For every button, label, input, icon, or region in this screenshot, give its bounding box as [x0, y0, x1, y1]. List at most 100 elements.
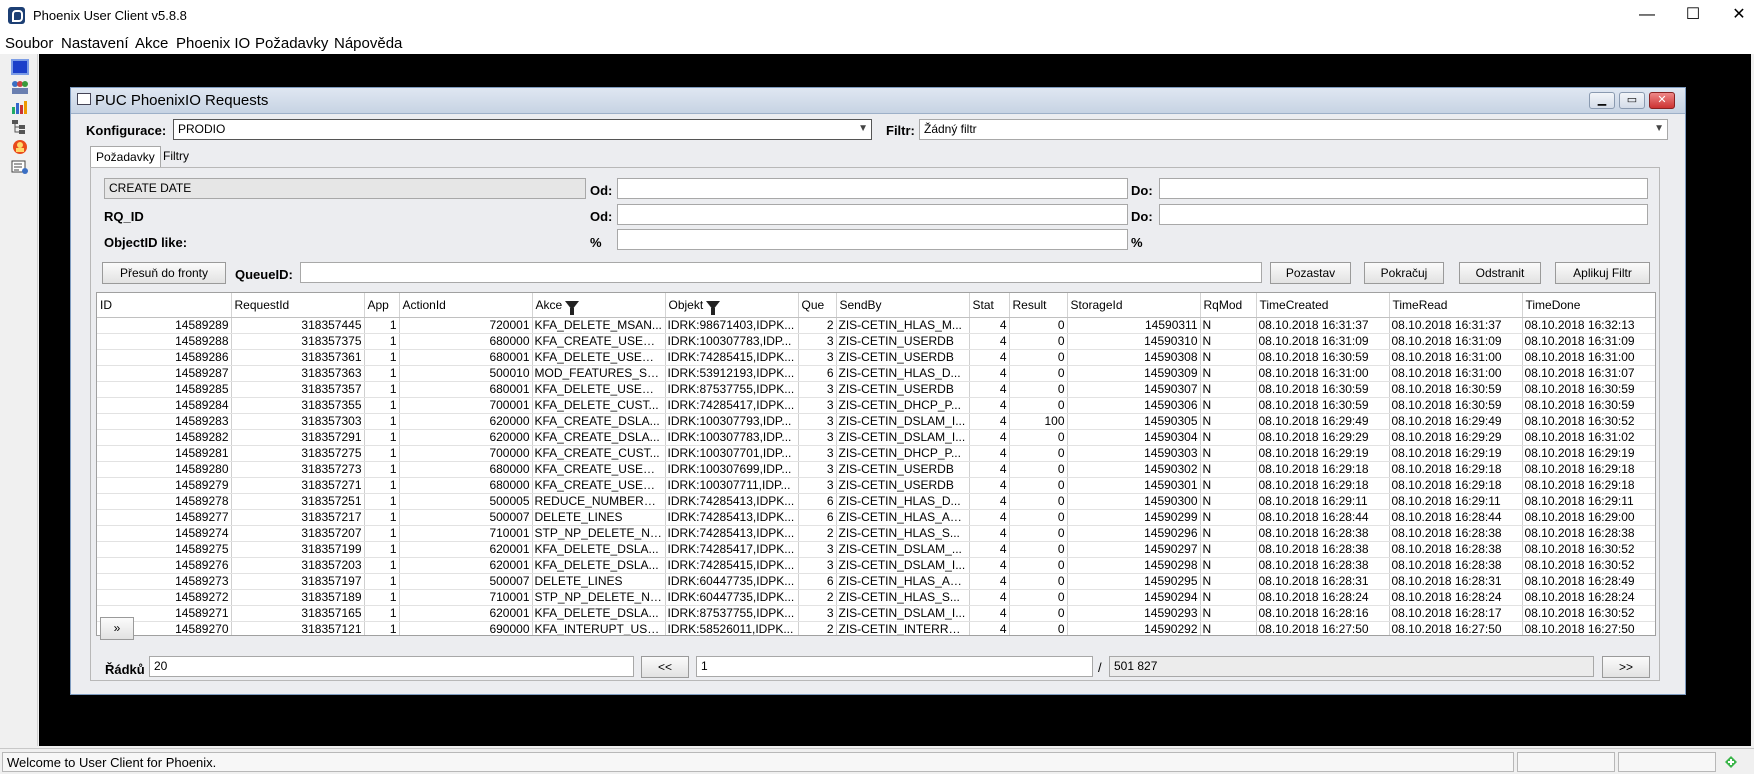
- cell-timecreated: 08.10.2018 16:29:18: [1256, 461, 1390, 478]
- frame-restore-button[interactable]: ▭: [1619, 92, 1645, 109]
- remove-button[interactable]: Odstranit: [1459, 262, 1541, 284]
- chart-icon[interactable]: [11, 99, 29, 115]
- cell-sendby: ZIS-CETIN_DSLAM_...: [836, 541, 970, 558]
- chevron-down-icon: ▼: [1654, 123, 1664, 134]
- cell-stat: 4: [969, 621, 1010, 635]
- table-row[interactable]: 14589279 318357271 1 680000 KFA_CREATE_USERD…: [97, 477, 1655, 494]
- cell-storageid: 14590304: [1067, 429, 1201, 446]
- filter-funnel-icon[interactable]: [706, 301, 721, 316]
- table-row[interactable]: 14589287 318357363 1 500010 MOD_FEATURES_SU.…: [97, 365, 1655, 382]
- objectid-input[interactable]: [617, 229, 1128, 250]
- apply-filter-button[interactable]: Aplikuj Filtr: [1555, 262, 1650, 284]
- alert-person-icon[interactable]: [11, 139, 29, 155]
- cell-stat: 4: [969, 525, 1010, 542]
- cell-timedone: 08.10.2018 16:30:52: [1522, 605, 1655, 622]
- column-header-que[interactable]: Que: [798, 293, 837, 318]
- cell-stat: 4: [969, 429, 1010, 446]
- column-header-stat[interactable]: Stat: [969, 293, 1010, 318]
- menu-phoenix-io[interactable]: Phoenix IO: [176, 35, 250, 52]
- cell-id: 14589286: [97, 349, 232, 366]
- minimize-button[interactable]: —: [1624, 0, 1670, 32]
- cell-requestid: 318357445: [231, 317, 365, 334]
- table-row[interactable]: 14589280 318357273 1 680000 KFA_CREATE_USERD…: [97, 461, 1655, 478]
- column-header-akce[interactable]: Akce: [532, 293, 666, 318]
- table-row[interactable]: 14589272 318357189 1 710001 STP_NP_DELETE_NU…: [97, 589, 1655, 606]
- cell-app: 1: [364, 445, 400, 462]
- table-row[interactable]: 14589271 318357165 1 620001 KFA_DELETE_DSLA.…: [97, 605, 1655, 622]
- expand-columns-button[interactable]: »: [100, 617, 134, 640]
- move-to-queue-button[interactable]: Přesuň do fronty: [102, 262, 226, 284]
- table-row[interactable]: 14589284 318357355 1 700001 KFA_DELETE_CUST.…: [97, 397, 1655, 414]
- table-row[interactable]: 14589276 318357203 1 620001 KFA_DELETE_DSLA.…: [97, 557, 1655, 574]
- page-input[interactable]: 1: [696, 656, 1093, 677]
- table-row[interactable]: 14589282 318357291 1 620000 KFA_CREATE_DSLA.…: [97, 429, 1655, 446]
- to-label: Do:: [1131, 209, 1153, 224]
- cell-que: 6: [798, 509, 837, 526]
- table-row[interactable]: 14589273 318357197 1 500007 DELETE_LINES IDRK…: [97, 573, 1655, 590]
- table-row[interactable]: 14589274 318357207 1 710001 STP_NP_DELETE_NU…: [97, 525, 1655, 542]
- cell-objekt: IDRK:100307783,IDP...: [665, 333, 799, 350]
- table-body: 14589289 318357445 1 720001 KFA_DELETE_MSAN.…: [97, 317, 1655, 635]
- table-row[interactable]: 14589286 318357361 1 680001 KFA_DELETE_USERD…: [97, 349, 1655, 366]
- queue-id-input[interactable]: [300, 262, 1262, 283]
- next-page-button[interactable]: >>: [1602, 656, 1650, 678]
- table-row[interactable]: 14589288 318357375 1 680000 KFA_CREATE_USERD…: [97, 333, 1655, 350]
- cell-timedone: 08.10.2018 16:29:19: [1522, 445, 1655, 462]
- cell-timecreated: 08.10.2018 16:27:50: [1256, 621, 1390, 635]
- tree-icon[interactable]: [11, 119, 29, 135]
- report-icon[interactable]: [11, 159, 29, 175]
- cell-timedone: 08.10.2018 16:31:09: [1522, 333, 1655, 350]
- cell-timedone: 08.10.2018 16:30:52: [1522, 557, 1655, 574]
- filter-funnel-icon[interactable]: [565, 301, 580, 316]
- table-row[interactable]: 14589283 318357303 1 620000 KFA_CREATE_DSLA.…: [97, 413, 1655, 430]
- monitor-icon[interactable]: [11, 59, 29, 75]
- table-row[interactable]: 14589270 318357121 1 690000 KFA_INTERUPT_USE…: [97, 621, 1655, 635]
- tab-filtry[interactable]: Filtry: [158, 146, 194, 168]
- rows-input[interactable]: 20: [149, 656, 634, 677]
- menu-akce[interactable]: Akce: [135, 35, 168, 52]
- frame-close-button[interactable]: ✕: [1649, 92, 1675, 109]
- cell-que: 3: [798, 461, 837, 478]
- menu-soubor[interactable]: Soubor: [5, 35, 53, 52]
- rq-id-from-input[interactable]: [617, 204, 1128, 225]
- menu-pozadavky[interactable]: Požadavky: [255, 35, 328, 52]
- maximize-button[interactable]: ☐: [1670, 0, 1716, 32]
- column-header-app[interactable]: App: [364, 293, 400, 318]
- column-header-rqmod[interactable]: RqMod: [1200, 293, 1257, 318]
- column-header-actionid[interactable]: ActionId: [399, 293, 533, 318]
- column-header-sendby[interactable]: SendBy: [836, 293, 970, 318]
- table-row[interactable]: 14589275 318357199 1 620001 KFA_DELETE_DSLA.…: [97, 541, 1655, 558]
- tab-pozadavky[interactable]: Požadavky: [90, 146, 161, 168]
- table-row[interactable]: 14589289 318357445 1 720001 KFA_DELETE_MSAN.…: [97, 317, 1655, 334]
- table-row[interactable]: 14589278 318357251 1 500005 REDUCE_NUMBER_P.…: [97, 493, 1655, 510]
- table-row[interactable]: 14589281 318357275 1 700000 KFA_CREATE_CUST.…: [97, 445, 1655, 462]
- column-header-requestid[interactable]: RequestId: [231, 293, 365, 318]
- create-date-from-input[interactable]: [617, 178, 1128, 199]
- column-header-result[interactable]: Result: [1009, 293, 1068, 318]
- chevron-down-icon: ▼: [858, 123, 868, 134]
- create-date-field[interactable]: CREATE DATE: [104, 178, 586, 199]
- column-header-objekt[interactable]: Objekt: [665, 293, 799, 318]
- filter-select[interactable]: Žádný filtr ▼: [919, 119, 1668, 140]
- menu-nastaveni[interactable]: Nastavení: [61, 35, 129, 52]
- cell-rqmod: N: [1200, 621, 1257, 635]
- column-header-timeread[interactable]: TimeRead: [1389, 293, 1523, 318]
- create-date-to-input[interactable]: [1159, 178, 1648, 199]
- column-header-timedone[interactable]: TimeDone: [1522, 293, 1655, 318]
- column-header-id[interactable]: ID: [97, 293, 232, 318]
- column-header-storageid[interactable]: StorageId: [1067, 293, 1201, 318]
- column-header-timecreated[interactable]: TimeCreated: [1256, 293, 1390, 318]
- cell-result: 0: [1009, 525, 1068, 542]
- rq-id-to-input[interactable]: [1159, 204, 1648, 225]
- continue-button[interactable]: Pokračuj: [1364, 262, 1444, 284]
- table-row[interactable]: 14589285 318357357 1 680001 KFA_DELETE_USERD…: [97, 381, 1655, 398]
- frame-minimize-button[interactable]: ▁: [1589, 92, 1615, 109]
- menu-napoveda[interactable]: Nápověda: [334, 35, 402, 52]
- table-row[interactable]: 14589277 318357217 1 500007 DELETE_LINES IDRK…: [97, 509, 1655, 526]
- prev-page-button[interactable]: <<: [641, 656, 689, 678]
- cell-stat: 4: [969, 605, 1010, 622]
- pause-button[interactable]: Pozastav: [1270, 262, 1351, 284]
- users-icon[interactable]: [11, 79, 29, 95]
- config-select[interactable]: PRODIO ▼: [173, 119, 872, 140]
- close-button[interactable]: ✕: [1716, 0, 1754, 32]
